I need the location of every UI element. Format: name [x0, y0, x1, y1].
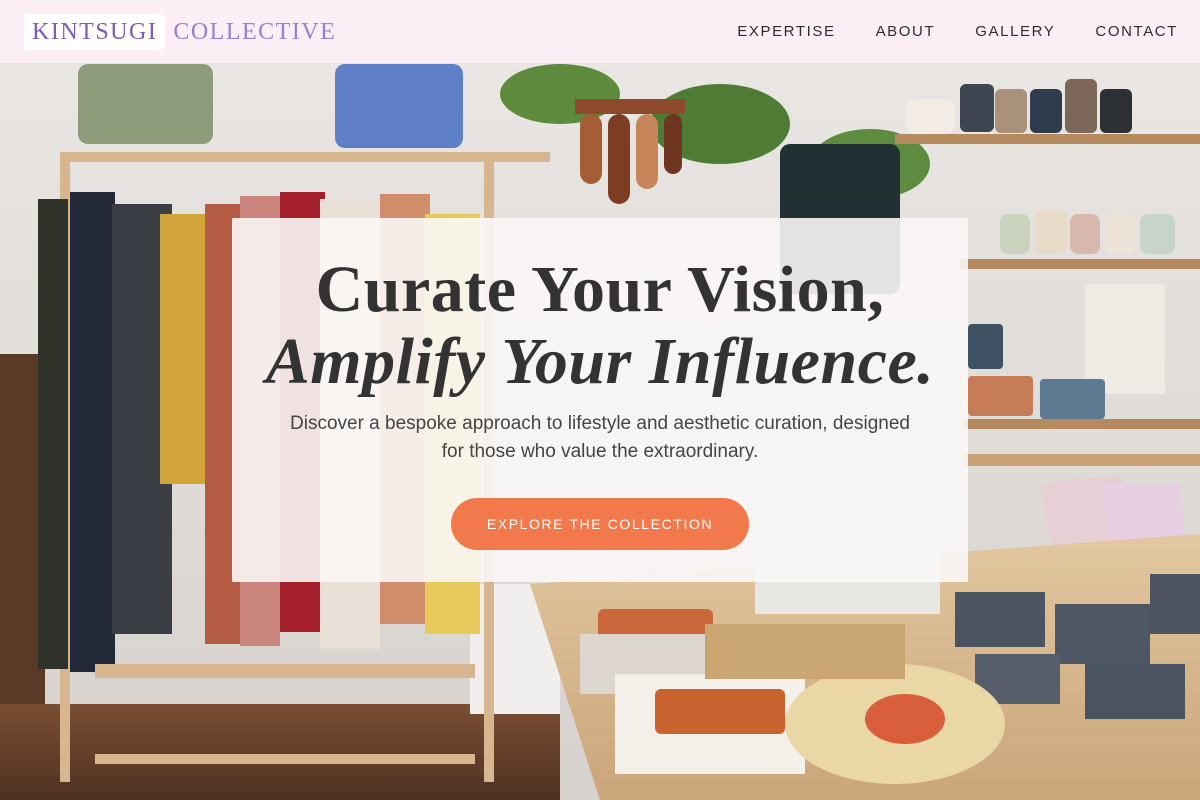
main-nav: EXPERTISE ABOUT GALLERY CONTACT	[737, 0, 1178, 64]
brand-logo[interactable]: KINTSUGI COLLECTIVE	[24, 13, 344, 50]
explore-collection-button[interactable]: EXPLORE THE COLLECTION	[451, 498, 749, 550]
site-header: KINTSUGI COLLECTIVE EXPERTISE ABOUT GALL…	[0, 0, 1200, 64]
nav-link-about[interactable]: ABOUT	[876, 23, 936, 40]
hero-subtext: Discover a bespoke approach to lifestyle…	[290, 413, 910, 462]
nav-link-contact[interactable]: CONTACT	[1095, 23, 1178, 40]
nav-link-gallery[interactable]: GALLERY	[975, 23, 1055, 40]
hero-card: Curate Your Vision, Amplify Your Influen…	[232, 218, 968, 582]
brand-name-part1: KINTSUGI	[24, 13, 166, 50]
brand-name-part2: COLLECTIVE	[173, 18, 337, 45]
hero-headline-line2: Amplify Your Influence.	[265, 325, 935, 398]
nav-link-expertise[interactable]: EXPERTISE	[737, 23, 835, 40]
hero-headline-line1: Curate Your Vision,	[315, 253, 885, 326]
